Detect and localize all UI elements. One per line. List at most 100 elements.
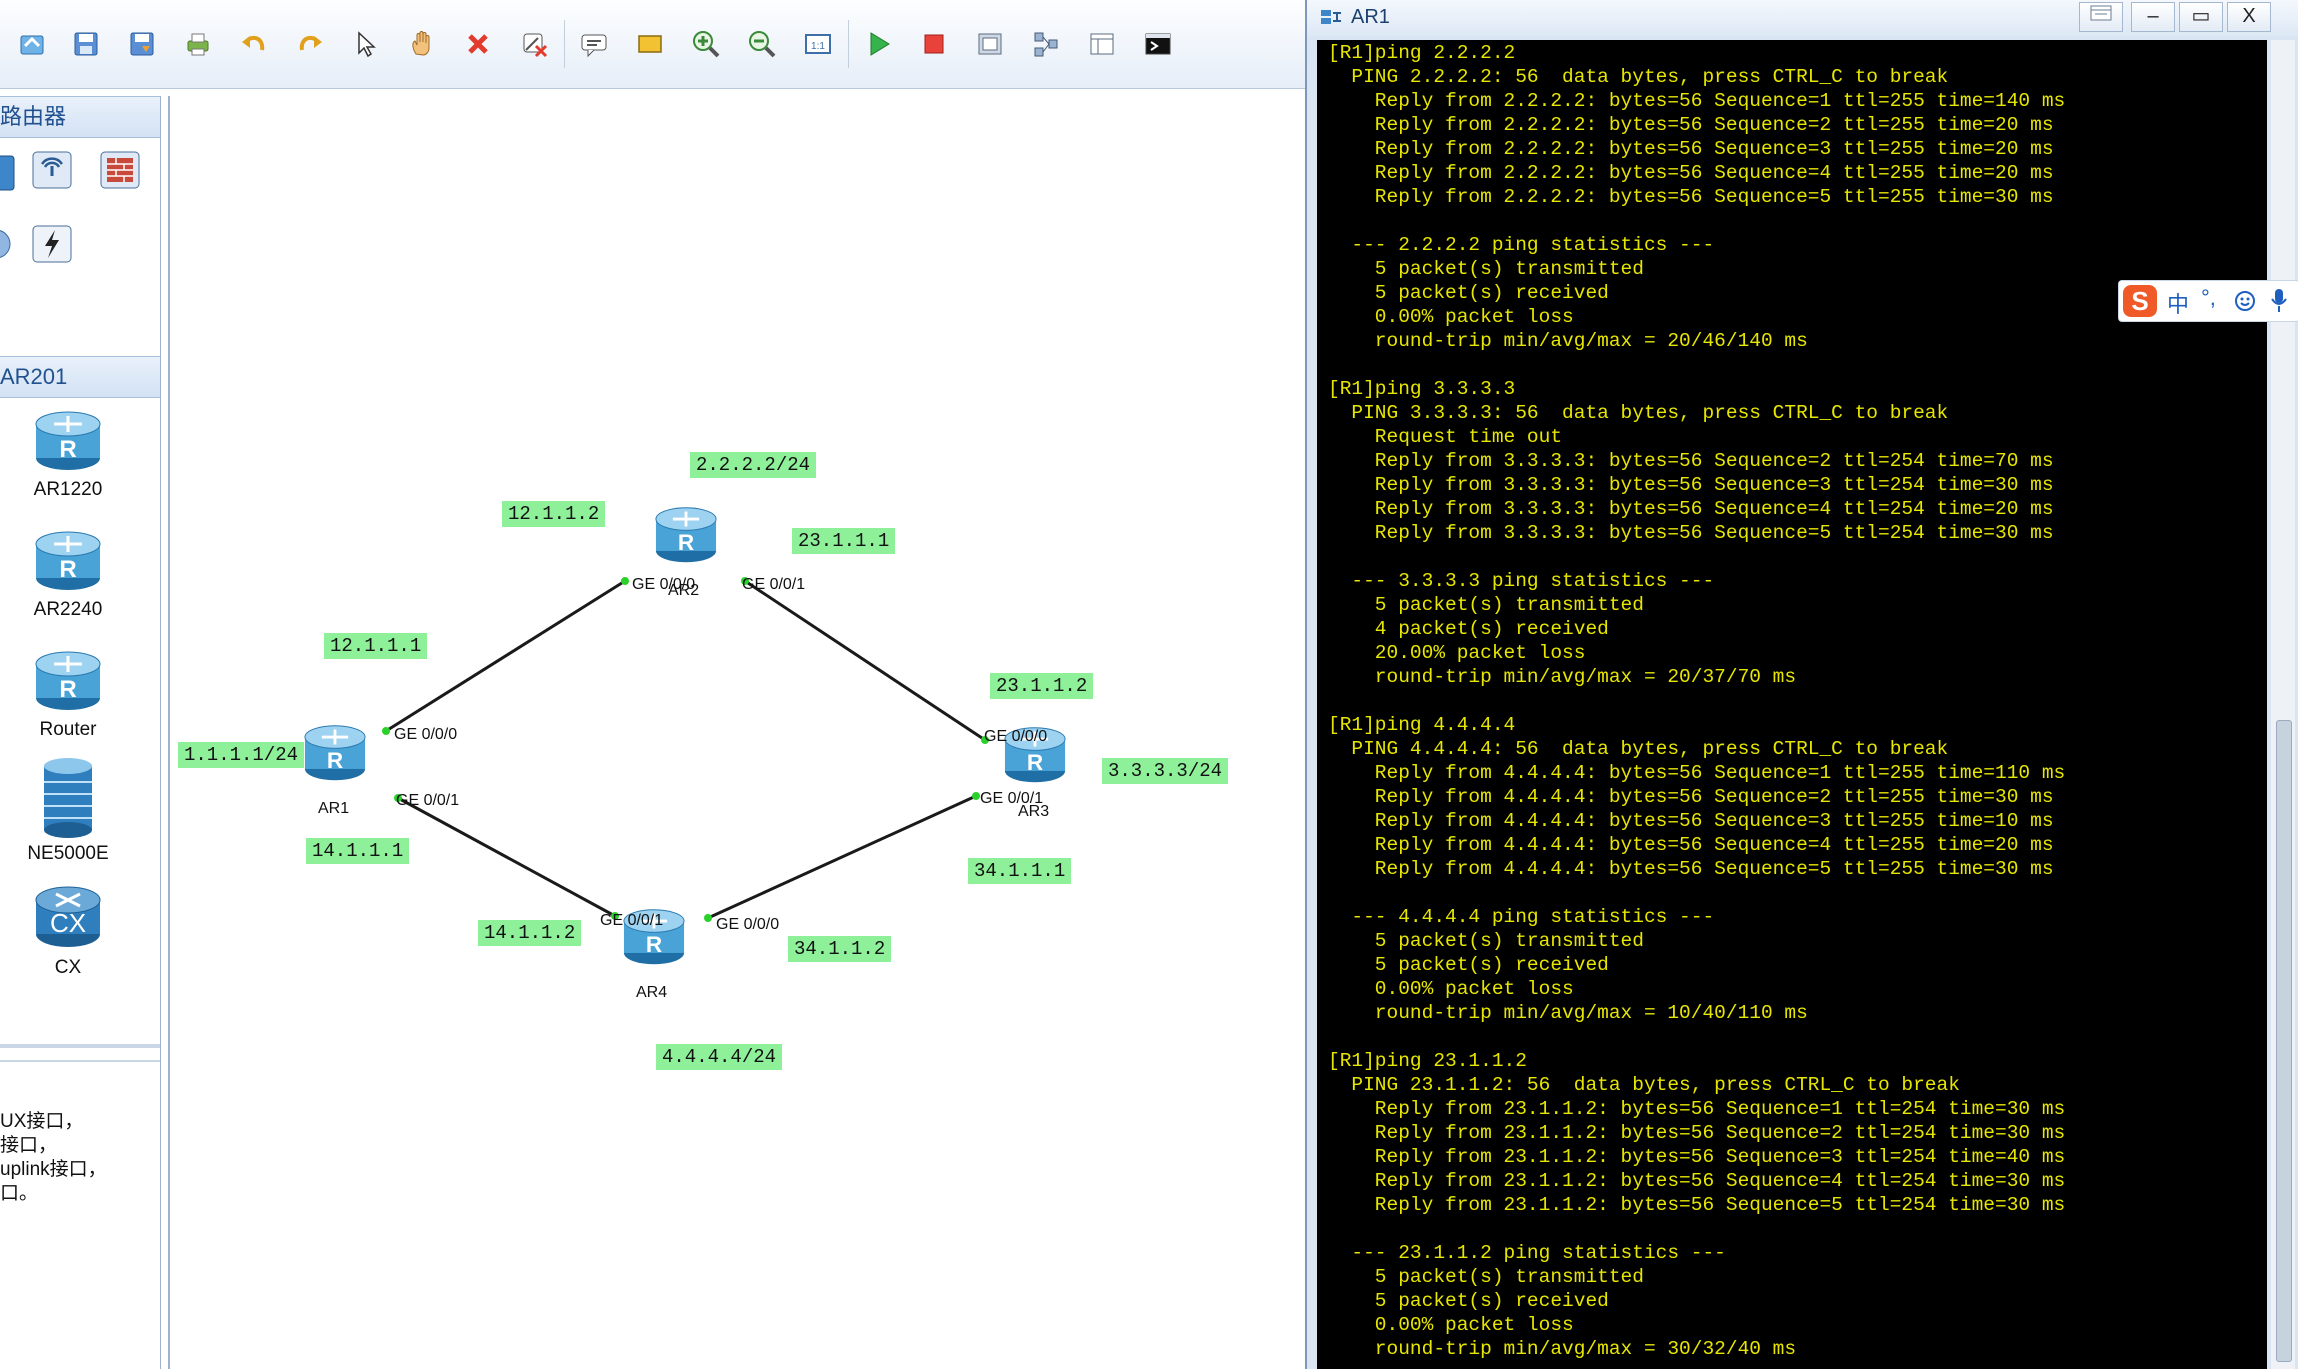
microphone-icon[interactable] — [2267, 287, 2291, 315]
ime-mode-toggle[interactable]: 中 — [2167, 287, 2189, 319]
delete-link-icon[interactable] — [512, 22, 556, 66]
rectangle-icon[interactable] — [628, 22, 672, 66]
port-label: GE 0/0/1 — [742, 576, 806, 593]
undo-icon[interactable] — [232, 22, 276, 66]
main-toolbar: 1:1 — [0, 0, 1305, 89]
stop-device-icon[interactable] — [912, 22, 956, 66]
port-label: GE 0/0/1 — [600, 912, 664, 929]
save-as-icon[interactable] — [120, 22, 164, 66]
device-cx[interactable]: CX CX — [0, 880, 136, 979]
link-ar2-ar3 — [744, 579, 986, 742]
topology-canvas[interactable]: R AR1 R AR2 R AR3 R AR4 GE 0/0/0 GE 0/0/… — [168, 96, 1307, 1369]
home-icon[interactable] — [10, 22, 54, 66]
svg-text:R: R — [678, 530, 694, 555]
zoom-out-icon[interactable] — [740, 22, 784, 66]
ip-label[interactable]: 34.1.1.1 — [968, 858, 1072, 884]
svg-text:R: R — [59, 676, 76, 703]
console-title-bar[interactable]: AR1 – ▭ X — [1307, 0, 2298, 36]
maximize-button[interactable]: ▭ — [2179, 2, 2223, 32]
select-icon[interactable] — [344, 22, 388, 66]
wireless-category-icon[interactable] — [30, 146, 74, 192]
device-label: NE5000E — [27, 843, 109, 864]
scrollbar-thumb[interactable] — [2276, 720, 2292, 1362]
svg-text:R: R — [1027, 750, 1043, 775]
pan-hand-icon[interactable] — [400, 22, 444, 66]
ime-toolbar[interactable]: S 中 °, — [2118, 280, 2298, 322]
router-name: AR1 — [318, 800, 350, 817]
start-device-icon[interactable] — [856, 22, 900, 66]
device-label: CX — [54, 957, 82, 978]
device-router[interactable]: R Router — [0, 648, 136, 741]
port-label: GE 0/0/1 — [396, 792, 460, 809]
device-ar1220[interactable]: R AR1220 — [0, 408, 136, 501]
svg-text:1:1: 1:1 — [811, 41, 825, 52]
text-note-icon[interactable] — [572, 22, 616, 66]
console-icon[interactable] — [1136, 22, 1180, 66]
router-icon: R — [35, 411, 101, 470]
minimize-button[interactable]: – — [2131, 2, 2175, 32]
emoji-icon[interactable] — [2233, 289, 2257, 313]
router-category-icon[interactable] — [0, 150, 20, 196]
router-icon: R — [35, 531, 101, 590]
close-button[interactable]: X — [2227, 2, 2271, 32]
svg-text:R: R — [646, 932, 662, 957]
ip-label[interactable]: 12.1.1.1 — [324, 633, 428, 659]
description-line: UX接口， — [0, 1111, 84, 1132]
fit-view-icon[interactable]: 1:1 — [796, 22, 840, 66]
ip-label[interactable]: 12.1.1.2 — [502, 501, 606, 527]
ip-label[interactable]: 14.1.1.1 — [306, 838, 410, 864]
port-label: GE 0/0/0 — [716, 916, 780, 933]
description-line: uplink接口， — [0, 1159, 107, 1180]
delete-icon[interactable] — [456, 22, 500, 66]
print-icon[interactable] — [176, 22, 220, 66]
device-ar2240[interactable]: R AR2240 — [0, 528, 136, 621]
other-device-category-icon[interactable] — [30, 220, 74, 266]
port-label: GE 0/0/1 — [980, 790, 1044, 807]
router-icon: R — [35, 651, 101, 710]
ne5000e-icon — [44, 758, 92, 838]
console-output-area[interactable]: [R1]ping 2.2.2.2 PING 2.2.2.2: 56 data b… — [1317, 40, 2267, 1369]
capture-icon[interactable] — [968, 22, 1012, 66]
port-label: GE 0/0/0 — [632, 576, 696, 593]
save-icon[interactable] — [64, 22, 108, 66]
ip-label[interactable]: 23.1.1.2 — [990, 673, 1094, 699]
console-output-text: [R1]ping 2.2.2.2 PING 2.2.2.2: 56 data b… — [1328, 42, 2066, 1360]
port-label: GE 0/0/0 — [984, 728, 1048, 745]
cloud-category-icon[interactable] — [0, 220, 20, 266]
ip-label[interactable]: 34.1.1.2 — [788, 936, 892, 962]
svg-text:R: R — [327, 748, 343, 773]
category-header[interactable]: 路由器 — [0, 96, 160, 138]
category-title: 路由器 — [0, 104, 67, 129]
router-name: AR4 — [636, 984, 668, 1001]
ip-label[interactable]: 2.2.2.2/24 — [690, 452, 817, 478]
firewall-category-icon[interactable] — [98, 146, 142, 192]
sogou-logo-icon[interactable]: S — [2123, 285, 2157, 317]
ip-label[interactable]: 3.3.3.3/24 — [1102, 758, 1229, 784]
ip-label[interactable]: 4.4.4.4/24 — [656, 1044, 783, 1070]
port-dot — [621, 577, 629, 585]
zoom-in-icon[interactable] — [684, 22, 728, 66]
model-header[interactable]: AR201 — [0, 356, 160, 398]
port-label: GE 0/0/0 — [394, 726, 458, 743]
port-dot — [704, 914, 712, 922]
port-dot — [382, 727, 390, 735]
device-label: AR1220 — [33, 479, 103, 500]
link-ar4-ar3 — [707, 794, 977, 920]
console-window: AR1 – ▭ X [R1]ping 2.2.2.2 PING 2.2.2.2:… — [1305, 0, 2298, 1369]
redo-icon[interactable] — [288, 22, 332, 66]
palette-icon[interactable] — [1080, 22, 1124, 66]
console-scrollbar[interactable] — [2271, 40, 2295, 1369]
console-menu-icon[interactable] — [2079, 2, 2123, 32]
ip-label[interactable]: 23.1.1.1 — [792, 528, 896, 554]
router-ar1[interactable]: R — [300, 722, 370, 784]
ip-label[interactable]: 1.1.1.1/24 — [178, 742, 305, 768]
svg-text:CX: CX — [50, 908, 86, 938]
topology-icon[interactable] — [1024, 22, 1068, 66]
ip-label[interactable]: 14.1.1.2 — [478, 920, 582, 946]
ime-punctuation-toggle[interactable]: °, — [2201, 285, 2216, 311]
device-label: Router — [39, 719, 97, 740]
router-ar2[interactable]: R — [651, 504, 721, 566]
description-line: 口。 — [0, 1183, 39, 1204]
device-ne5000e[interactable]: NE5000E — [0, 758, 136, 865]
console-app-icon — [1321, 10, 1341, 24]
